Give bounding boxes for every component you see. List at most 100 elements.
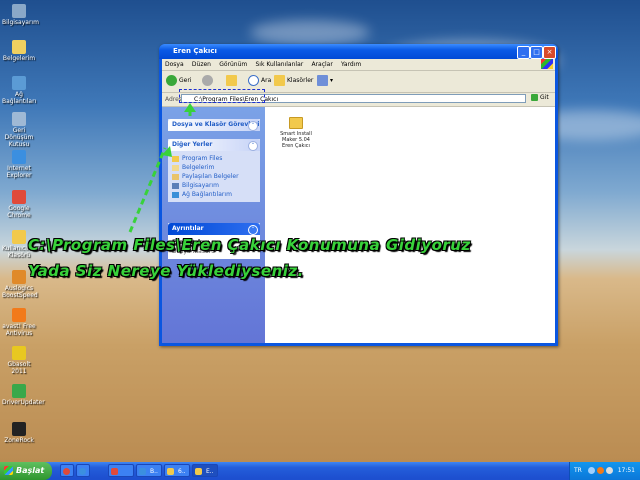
go-arrow-icon <box>531 94 538 101</box>
app-icon <box>111 468 118 475</box>
desktop-icon-label: DriverUpdater <box>2 399 45 406</box>
taskbar-task-4[interactable]: E.. <box>192 464 218 477</box>
desktop-app-icon <box>12 150 26 164</box>
back-button[interactable]: Geri <box>166 75 191 86</box>
folder-icon <box>195 468 202 475</box>
views-icon <box>317 75 328 86</box>
shared-folder-icon <box>172 173 179 180</box>
search-button[interactable]: Ara <box>248 75 271 86</box>
file-folder-tasks-header[interactable]: Dosya ve Klasör Görevleri ˅ <box>168 119 260 131</box>
views-button[interactable]: ▾ <box>317 75 333 86</box>
place-label: Program Files <box>182 155 223 162</box>
file-name: Smart Install Maker 5.04 Eren Çakıcı <box>280 131 312 149</box>
folders-icon <box>274 75 285 86</box>
menu-view[interactable]: Görünüm <box>216 59 250 68</box>
chevron-down-icon[interactable]: ˅ <box>248 121 258 131</box>
taskbar: Başlat B.. 6.. E.. TR 17:51 <box>0 462 640 480</box>
forward-arrow-icon <box>202 75 213 86</box>
folders-button[interactable]: Klasörler <box>274 75 313 86</box>
desktop-icon[interactable]: ZoneRock <box>2 422 36 444</box>
address-highlight-box <box>179 89 265 103</box>
menu-favorites[interactable]: Sık Kullanılanlar <box>252 59 306 68</box>
back-arrow-icon <box>166 75 177 86</box>
other-places: Diğer Yerler ˄ Program Files Belgelerim P… <box>168 139 260 202</box>
quicklaunch-chrome[interactable] <box>60 464 74 477</box>
desktop-app-icon <box>12 76 26 90</box>
desktop-icon-label: Internet Explorer <box>6 165 32 179</box>
menu-file[interactable]: Dosya <box>162 59 187 68</box>
place-label: Bilgisayarım <box>182 182 219 189</box>
desktop-app-icon <box>12 422 26 436</box>
maximize-button[interactable]: □ <box>530 46 543 59</box>
desktop-icon[interactable]: Google Chrome <box>2 190 36 219</box>
taskbar-task-2[interactable]: B.. <box>136 464 162 477</box>
details-header[interactable]: Ayrıntılar ˄ <box>168 223 260 235</box>
taskbar-task-3[interactable]: 6.. <box>164 464 190 477</box>
computer-icon <box>172 182 179 189</box>
cloud <box>250 20 370 45</box>
place-network[interactable]: Ağ Bağlantılarım <box>172 190 256 199</box>
desktop-icon[interactable]: avast! Free Antivirus <box>2 308 36 337</box>
place-label: Paylaşılan Belgeler <box>182 173 239 180</box>
desktop-icon-label: Gbasolt 2011 <box>7 361 31 375</box>
desktop-icon-label: Belgelerim <box>2 55 36 62</box>
desktop-icon[interactable]: Internet Explorer <box>2 150 36 179</box>
windows-logo-icon <box>541 59 553 69</box>
network-tray-icon[interactable] <box>588 467 595 474</box>
menu-help[interactable]: Yardım <box>338 59 364 68</box>
desktop-app-icon <box>12 190 26 204</box>
title-bar[interactable]: Eren Çakıcı _ □ × <box>159 44 558 59</box>
desktop-icon[interactable]: Bilgisayarım <box>2 4 39 26</box>
place-label: Belgelerim <box>182 164 215 171</box>
annotation-line-1: C:\Program Files\Eren Çakıcı Konumuna Gi… <box>28 236 471 254</box>
antivirus-tray-icon[interactable] <box>597 467 604 474</box>
desktop-icon[interactable]: DriverUpdater <box>2 384 45 406</box>
menu-edit[interactable]: Düzen <box>189 59 214 68</box>
place-my-computer[interactable]: Bilgisayarım <box>172 181 256 190</box>
other-places-header[interactable]: Diğer Yerler ˄ <box>168 139 260 151</box>
desktop-icon-label: Auslogics BoostSpeed <box>2 285 38 299</box>
file-list[interactable]: Smart Install Maker 5.04 Eren Çakıcı <box>265 107 555 343</box>
start-label: Başlat <box>16 466 45 475</box>
desktop-app-icon <box>12 4 26 18</box>
forward-button[interactable] <box>202 75 215 86</box>
taskbar-task-1[interactable] <box>108 464 134 477</box>
task-pane: Dosya ve Klasör Görevleri ˅ Diğer Yerler ˄… <box>162 107 265 343</box>
windows-flag-icon <box>4 466 13 475</box>
desktop-icon[interactable]: Belgelerim <box>2 40 36 62</box>
clock: 17:51 <box>617 467 635 474</box>
close-button[interactable]: × <box>543 46 556 59</box>
system-tray: TR 17:51 <box>569 462 640 480</box>
desktop-icon[interactable]: Geri Dönüşüm Kutusu <box>2 112 36 148</box>
desktop-icon-label: ZoneRock <box>4 437 34 444</box>
language-indicator[interactable]: TR <box>574 462 582 480</box>
desktop-app-icon <box>12 384 26 398</box>
place-program-files[interactable]: Program Files <box>172 154 256 163</box>
volume-tray-icon[interactable] <box>606 467 613 474</box>
minimize-button[interactable]: _ <box>517 46 530 59</box>
chevron-up-icon[interactable]: ˄ <box>248 225 258 235</box>
go-label: Git <box>540 94 549 101</box>
go-button[interactable]: Git <box>531 94 549 101</box>
up-button[interactable] <box>226 75 239 86</box>
desktop-app-icon <box>12 346 26 360</box>
quicklaunch-ie[interactable] <box>76 464 90 477</box>
desktop-icon[interactable]: Ağ Bağlantıları <box>2 76 36 105</box>
folders-label: Klasörler <box>287 77 314 84</box>
start-button[interactable]: Başlat <box>0 462 52 480</box>
desktop-icon-label: Google Chrome <box>7 205 31 219</box>
file-item[interactable]: Smart Install Maker 5.04 Eren Çakıcı <box>279 117 313 149</box>
place-label: Ağ Bağlantılarım <box>182 191 232 198</box>
desktop-icon[interactable]: Gbasolt 2011 <box>2 346 36 375</box>
place-my-documents[interactable]: Belgelerim <box>172 163 256 172</box>
task-label: B.. <box>150 468 158 475</box>
menu-tools[interactable]: Araçlar <box>308 59 335 68</box>
desktop-app-icon <box>12 270 26 284</box>
desktop-icon-label: avast! Free Antivirus <box>2 323 36 337</box>
folder-icon <box>289 117 303 129</box>
details-title: Ayrıntılar <box>172 225 204 232</box>
app-icon <box>167 468 174 475</box>
annotation-line-2: Yada Siz Nereye Yüklediyseniz. <box>28 262 304 280</box>
chevron-up-icon[interactable]: ˄ <box>248 141 258 151</box>
place-shared-documents[interactable]: Paylaşılan Belgeler <box>172 172 256 181</box>
